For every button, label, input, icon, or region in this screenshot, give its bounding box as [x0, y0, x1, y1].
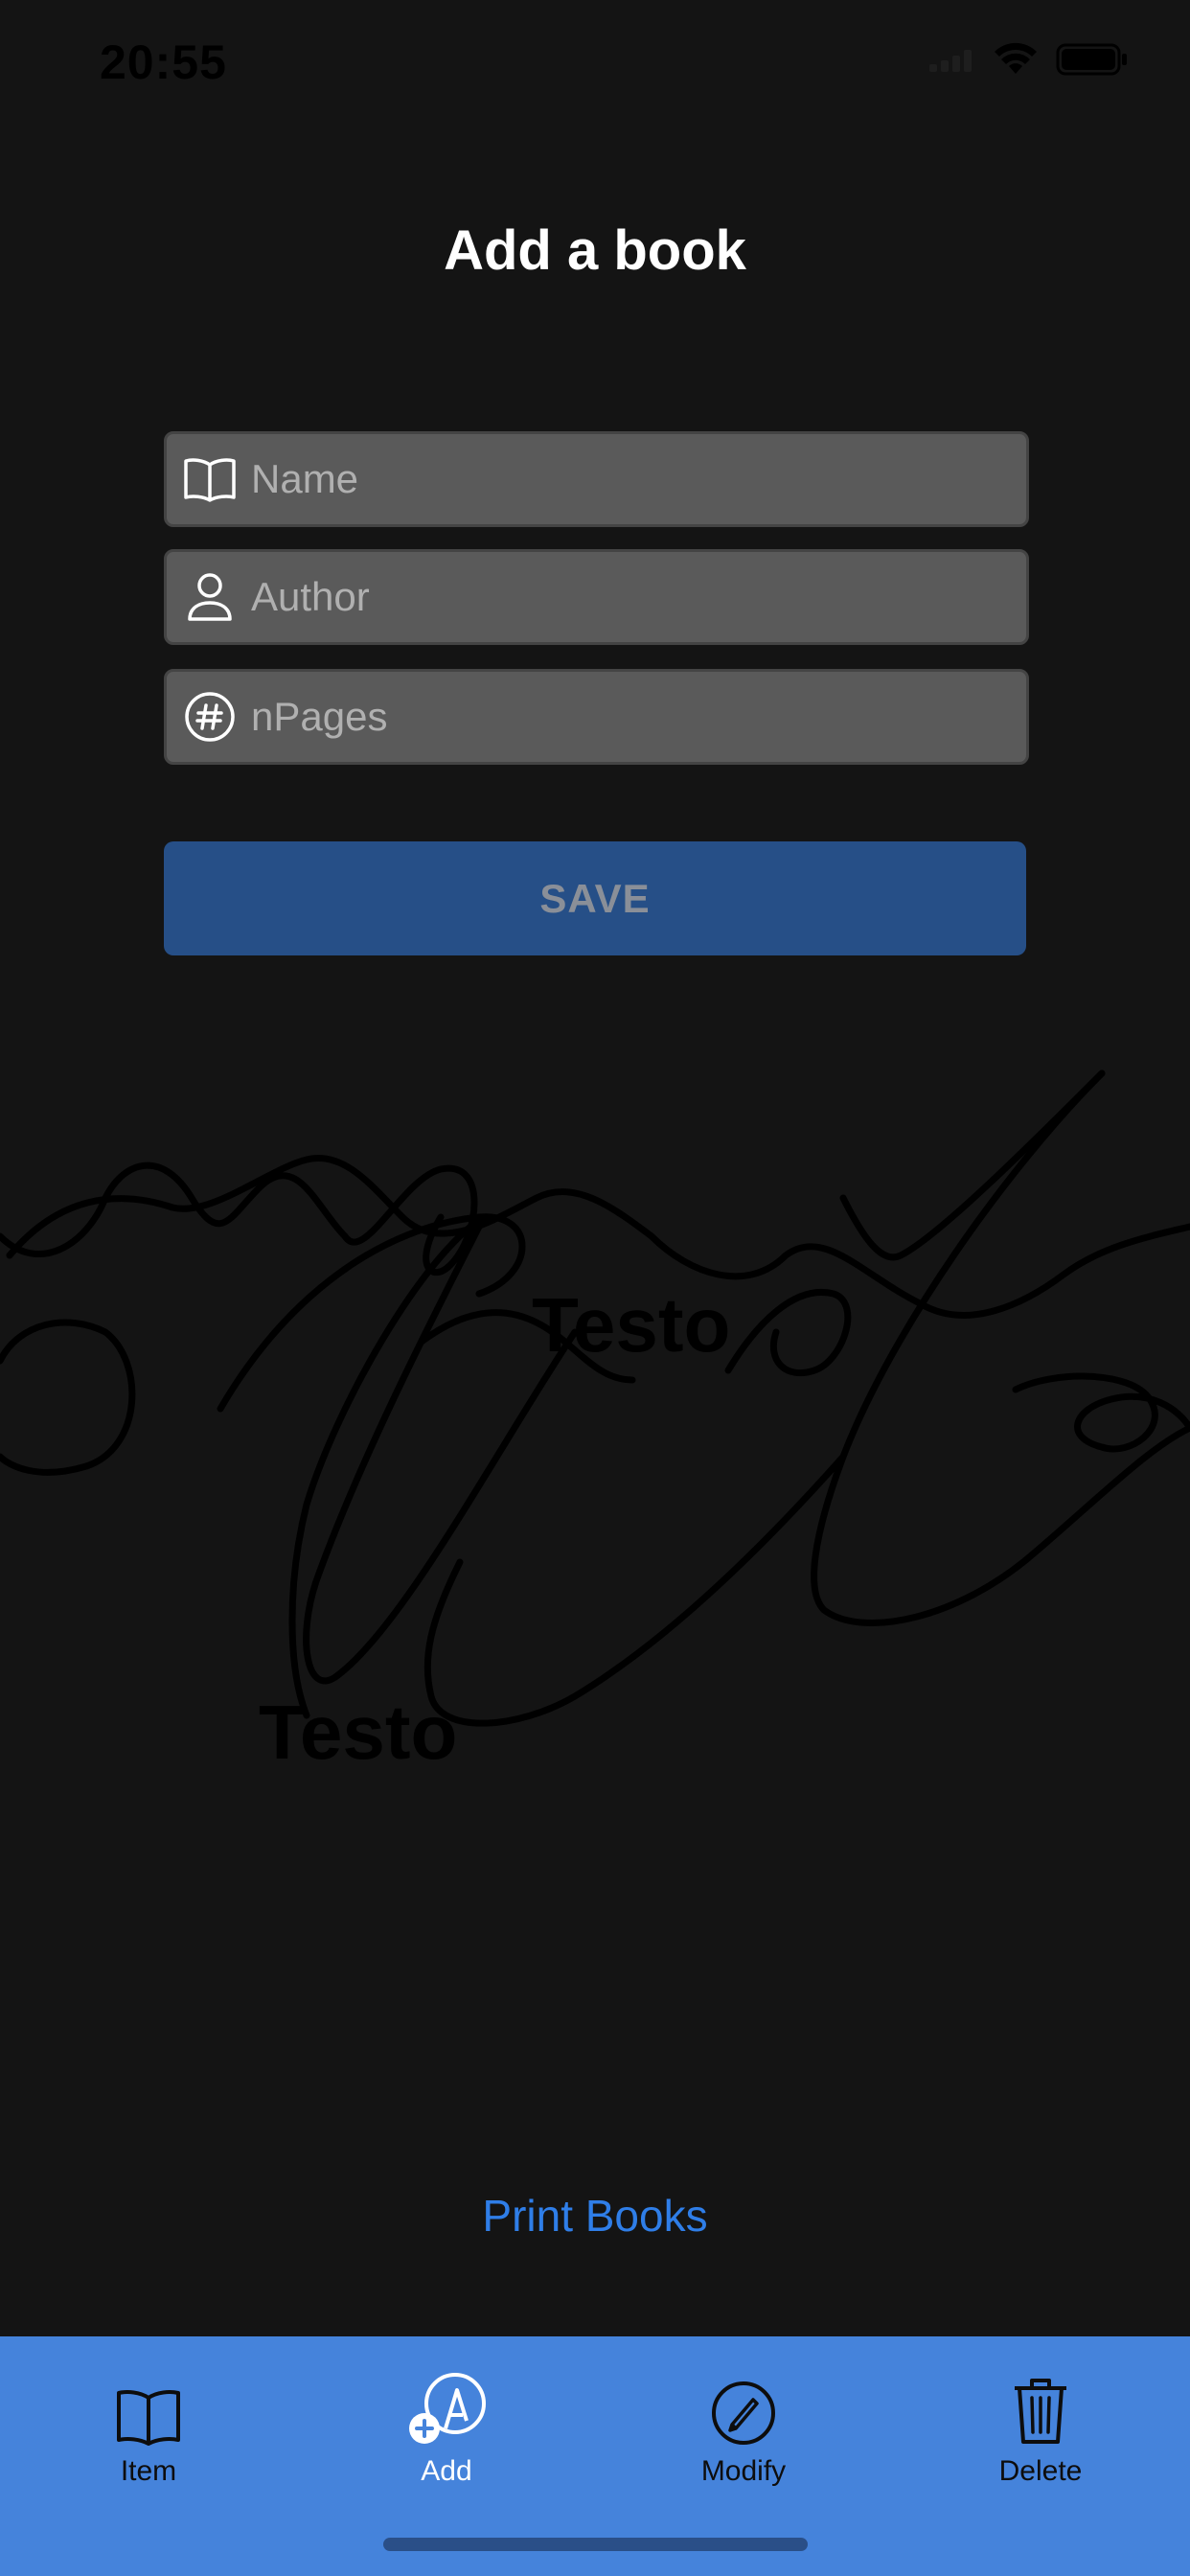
battery-icon	[1056, 42, 1129, 81]
trash-icon	[935, 2365, 1146, 2448]
status-bar: 20:55	[0, 0, 1190, 134]
wifi-icon	[993, 42, 1039, 81]
tab-item-label: Item	[120, 2455, 177, 2487]
signature-text-2: Testo	[259, 1690, 457, 1775]
status-icons	[927, 42, 1129, 81]
tab-modify[interactable]: Modify	[638, 2365, 849, 2488]
signature-drawing: Testo Testo	[0, 1070, 1190, 1775]
tab-modify-label: Modify	[700, 2455, 787, 2487]
pages-field[interactable]	[164, 669, 1029, 765]
tab-bar: Item Add Modify Delete	[0, 2336, 1190, 2576]
book-icon	[182, 451, 238, 507]
signature-canvas[interactable]: Testo Testo	[0, 1045, 1190, 1936]
home-indicator	[383, 2538, 808, 2551]
tab-item[interactable]: Item	[43, 2365, 254, 2488]
pages-input[interactable]	[251, 674, 1026, 760]
book-icon	[43, 2365, 254, 2448]
save-button[interactable]: SAVE	[164, 841, 1026, 955]
add-pencil-icon	[341, 2365, 552, 2448]
name-field[interactable]	[164, 431, 1029, 527]
name-input[interactable]	[251, 436, 1026, 522]
tab-add-label: Add	[421, 2455, 472, 2487]
person-icon	[182, 569, 238, 625]
status-time: 20:55	[100, 35, 227, 89]
tab-delete[interactable]: Delete	[935, 2365, 1146, 2488]
signal-icon	[927, 45, 975, 79]
author-input[interactable]	[251, 554, 1026, 640]
print-books-link[interactable]: Print Books	[0, 2190, 1190, 2242]
author-field[interactable]	[164, 549, 1029, 645]
tab-add[interactable]: Add	[341, 2365, 552, 2488]
tab-delete-label: Delete	[998, 2455, 1083, 2487]
page-title: Add a book	[444, 219, 746, 282]
pencil-circle-icon	[638, 2365, 849, 2448]
signature-text-1: Testo	[532, 1282, 730, 1368]
number-circle-icon	[182, 689, 238, 745]
